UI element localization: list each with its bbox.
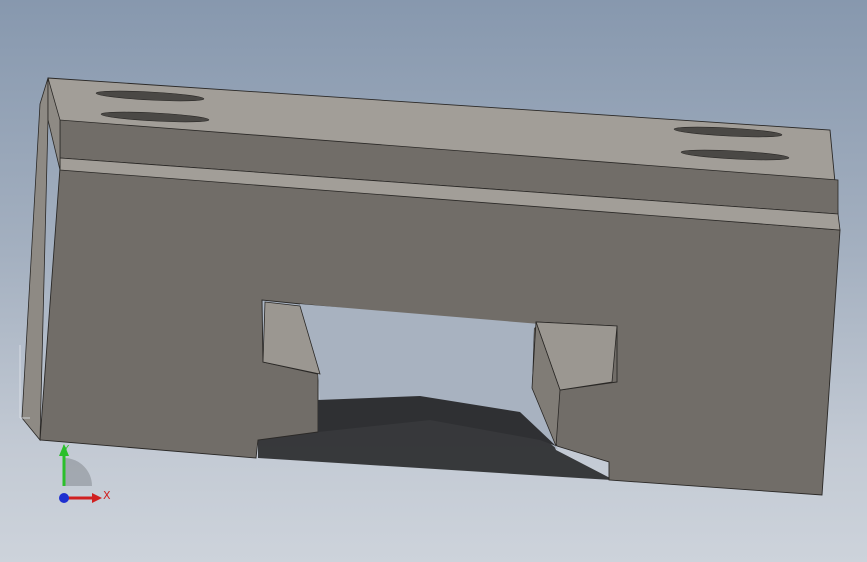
triad-arc — [64, 458, 92, 486]
3d-model-view[interactable] — [0, 0, 867, 562]
graphics-viewport[interactable]: Y X — [0, 0, 867, 562]
x-axis-label: X — [103, 489, 111, 502]
x-axis-arrow — [92, 493, 102, 503]
z-axis-dot — [59, 493, 69, 503]
y-axis-label: Y — [63, 444, 70, 455]
